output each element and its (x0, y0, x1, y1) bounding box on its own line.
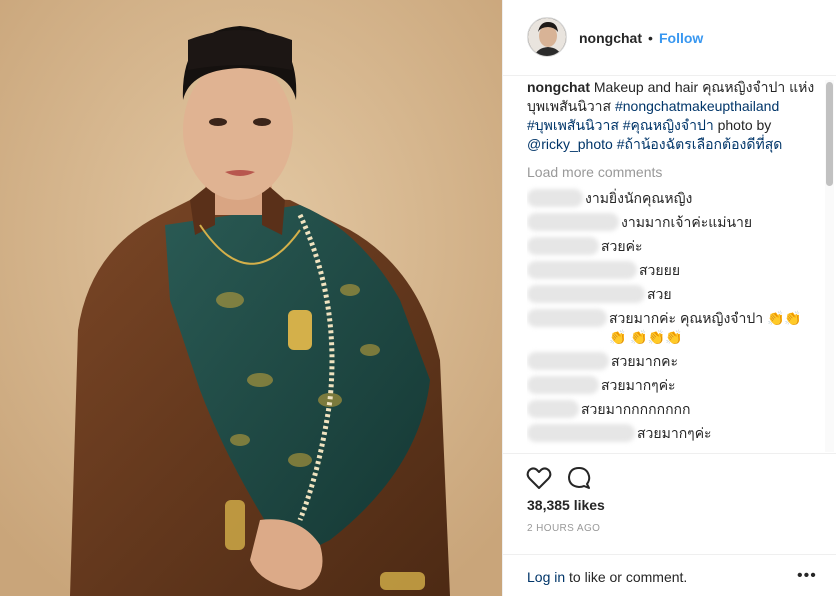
login-prompt: Log in to like or comment. (527, 569, 687, 585)
blurred-username (527, 352, 609, 370)
comments-scrollbar-thumb[interactable] (826, 82, 833, 186)
login-bar: Log in to like or comment. ••• (503, 554, 836, 597)
blurred-username (527, 213, 619, 231)
comment-item: สวยค่ะ (527, 237, 823, 261)
comment-text: สวยมากๆค่ะ (637, 425, 712, 441)
blurred-username (527, 309, 607, 327)
comment-item: สวยมากๆค่ะ (527, 424, 823, 448)
comment-text: สวยมากค่ะ คุณหญิงจำปา 👏👏👏 👏👏👏 (609, 310, 802, 345)
comment-item: งามยิ่งนักคุณหญิง (527, 189, 823, 213)
comment-icon[interactable] (565, 464, 593, 492)
portrait-image (0, 0, 502, 596)
comments-list[interactable]: nongchat Makeup and hair คุณหญิงจำปา แห่… (527, 78, 823, 453)
avatar[interactable] (527, 17, 567, 57)
post-photo[interactable] (0, 0, 502, 596)
comment-text: สวยมากคะ (611, 353, 679, 369)
login-link[interactable]: Log in (527, 569, 565, 585)
blurred-username (527, 237, 599, 255)
comment-item: สวยมากกกกกกกก (527, 400, 823, 424)
blurred-username (527, 261, 637, 279)
login-prompt-text: to like or comment. (565, 569, 688, 585)
header-username[interactable]: nongchat (579, 30, 642, 46)
comment-text: สวยมากๆค่ะ (601, 377, 676, 393)
avatar-image (528, 18, 566, 56)
load-more-comments[interactable]: Load more comments (527, 163, 823, 182)
comment-text: สวยมากกกกกกกก (581, 401, 691, 417)
post-side-panel: nongchat • Follow nongchat Makeup and ha… (502, 0, 836, 596)
blurred-username (527, 424, 635, 442)
follow-button[interactable]: Follow (659, 30, 703, 46)
comment-text: สวย (647, 286, 672, 302)
comment-item: สวยยย (527, 261, 823, 285)
post-header: nongchat • Follow (503, 0, 836, 76)
heart-icon[interactable] (525, 464, 553, 492)
comment-text: สวยค่ะ (601, 238, 643, 254)
comment-item: สวยมากคะ (527, 352, 823, 376)
comment-text: งามมากเจ้าค่ะแม่นาย (621, 214, 753, 230)
caption: nongchat Makeup and hair คุณหญิงจำปา แห่… (527, 78, 823, 154)
header-separator: • (648, 30, 653, 46)
blurred-username (527, 189, 583, 207)
post-timestamp[interactable]: 2 HOURS AGO (527, 523, 600, 534)
comment-text: สวยยย (639, 262, 681, 278)
blurred-username (527, 376, 599, 394)
blurred-username (527, 400, 579, 418)
more-options-icon[interactable]: ••• (797, 567, 817, 585)
like-count[interactable]: 38,385 likes (527, 497, 605, 513)
post-actions: 38,385 likes 2 HOURS AGO Log in to like … (503, 453, 836, 596)
blurred-username (527, 285, 645, 303)
comment-item: สวยมากค่ะ คุณหญิงจำปา 👏👏👏 👏👏👏 (527, 309, 823, 352)
comment-item: สวยมากๆค่ะ (527, 376, 823, 400)
comment-text: งามยิ่งนักคุณหญิง (585, 190, 693, 206)
comment-item: สวย (527, 285, 823, 309)
comment-item: งามมากเจ้าค่ะแม่นาย (527, 213, 823, 237)
caption-mention[interactable]: @ricky_photo (527, 136, 613, 152)
caption-username[interactable]: nongchat (527, 79, 590, 95)
caption-hashtag-tail[interactable]: #ถ้าน้องฉัตรเลือกต้องดีที่สุด (613, 136, 783, 152)
caption-photo-by: photo by (713, 117, 772, 133)
